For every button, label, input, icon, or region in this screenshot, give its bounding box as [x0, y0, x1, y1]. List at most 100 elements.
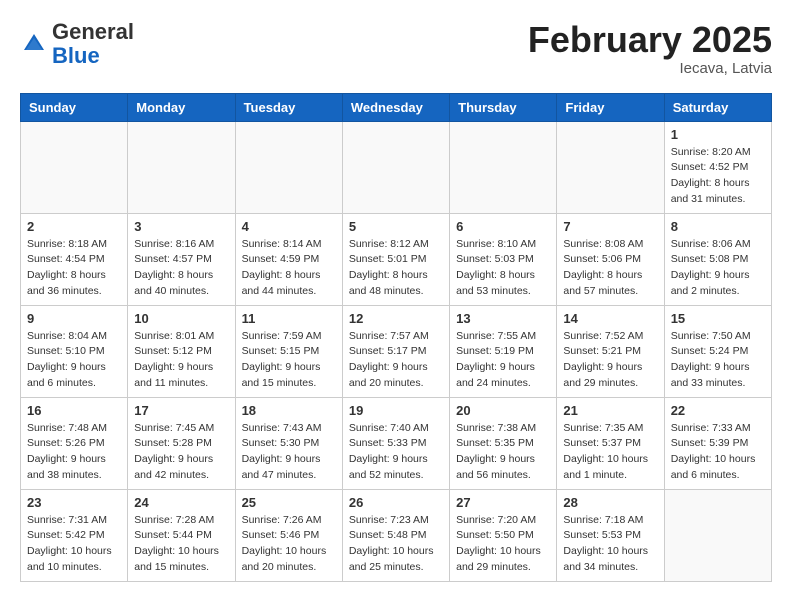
calendar-cell: 9 Sunrise: 8:04 AMSunset: 5:10 PMDaylight…	[21, 305, 128, 397]
calendar-cell	[557, 121, 664, 213]
week-row-2: 2 Sunrise: 8:18 AMSunset: 4:54 PMDaylight…	[21, 213, 772, 305]
calendar-cell: 3 Sunrise: 8:16 AMSunset: 4:57 PMDaylight…	[128, 213, 235, 305]
calendar-cell: 16Sunrise: 7:48 AMSunset: 5:26 PMDayligh…	[21, 397, 128, 489]
calendar-cell: 15 Sunrise: 7:50 AMSunset: 5:24 PMDayligh…	[664, 305, 771, 397]
week-row-1: 1 Sunrise: 8:20 AMSunset: 4:52 PMDaylight…	[21, 121, 772, 213]
day-number: 6	[456, 219, 550, 234]
day-info: Sunrise: 8:01 AMSunset: 5:12 PMDaylight:…	[134, 329, 228, 392]
logo-icon	[20, 30, 48, 58]
week-row-4: 16Sunrise: 7:48 AMSunset: 5:26 PMDayligh…	[21, 397, 772, 489]
day-number: 26	[349, 495, 443, 510]
day-info: Sunrise: 7:23 AMSunset: 5:48 PMDaylight:…	[349, 513, 443, 576]
day-info: Sunrise: 7:31 AMSunset: 5:42 PMDaylight:…	[27, 513, 121, 576]
day-info: Sunrise: 7:26 AMSunset: 5:46 PMDaylight:…	[242, 513, 336, 576]
day-number: 28	[563, 495, 657, 510]
day-number: 9	[27, 311, 121, 326]
weekday-header-thursday: Thursday	[450, 93, 557, 121]
day-number: 17	[134, 403, 228, 418]
calendar-cell: 4 Sunrise: 8:14 AMSunset: 4:59 PMDaylight…	[235, 213, 342, 305]
day-info: Sunrise: 7:57 AMSunset: 5:17 PMDaylight:…	[349, 329, 443, 392]
day-info: Sunrise: 7:38 AMSunset: 5:35 PMDaylight:…	[456, 421, 550, 484]
day-number: 8	[671, 219, 765, 234]
day-number: 11	[242, 311, 336, 326]
calendar-cell: 21 Sunrise: 7:35 AMSunset: 5:37 PMDayligh…	[557, 397, 664, 489]
day-info: Sunrise: 7:45 AMSunset: 5:28 PMDaylight:…	[134, 421, 228, 484]
weekday-header-friday: Friday	[557, 93, 664, 121]
calendar-cell: 8 Sunrise: 8:06 AMSunset: 5:08 PMDaylight…	[664, 213, 771, 305]
day-info: Sunrise: 7:52 AMSunset: 5:21 PMDaylight:…	[563, 329, 657, 392]
calendar-cell: 1 Sunrise: 8:20 AMSunset: 4:52 PMDaylight…	[664, 121, 771, 213]
calendar-cell: 25 Sunrise: 7:26 AMSunset: 5:46 PMDayligh…	[235, 489, 342, 581]
weekday-header-row: SundayMondayTuesdayWednesdayThursdayFrid…	[21, 93, 772, 121]
day-info: Sunrise: 7:20 AMSunset: 5:50 PMDaylight:…	[456, 513, 550, 576]
day-info: Sunrise: 8:08 AMSunset: 5:06 PMDaylight:…	[563, 237, 657, 300]
day-info: Sunrise: 8:10 AMSunset: 5:03 PMDaylight:…	[456, 237, 550, 300]
logo: General Blue	[20, 20, 134, 68]
calendar-cell	[342, 121, 449, 213]
calendar-table: SundayMondayTuesdayWednesdayThursdayFrid…	[20, 93, 772, 582]
calendar-cell: 12Sunrise: 7:57 AMSunset: 5:17 PMDayligh…	[342, 305, 449, 397]
weekday-header-wednesday: Wednesday	[342, 93, 449, 121]
calendar-cell: 27 Sunrise: 7:20 AMSunset: 5:50 PMDayligh…	[450, 489, 557, 581]
day-number: 21	[563, 403, 657, 418]
calendar-cell: 17 Sunrise: 7:45 AMSunset: 5:28 PMDayligh…	[128, 397, 235, 489]
day-number: 13	[456, 311, 550, 326]
day-info: Sunrise: 8:06 AMSunset: 5:08 PMDaylight:…	[671, 237, 765, 300]
day-info: Sunrise: 8:18 AMSunset: 4:54 PMDaylight:…	[27, 237, 121, 300]
calendar-cell: 5 Sunrise: 8:12 AMSunset: 5:01 PMDaylight…	[342, 213, 449, 305]
day-info: Sunrise: 8:12 AMSunset: 5:01 PMDaylight:…	[349, 237, 443, 300]
weekday-header-monday: Monday	[128, 93, 235, 121]
calendar-cell: 19 Sunrise: 7:40 AMSunset: 5:33 PMDayligh…	[342, 397, 449, 489]
weekday-header-sunday: Sunday	[21, 93, 128, 121]
calendar-cell: 7 Sunrise: 8:08 AMSunset: 5:06 PMDaylight…	[557, 213, 664, 305]
calendar-cell: 20 Sunrise: 7:38 AMSunset: 5:35 PMDayligh…	[450, 397, 557, 489]
day-number: 23	[27, 495, 121, 510]
day-number: 4	[242, 219, 336, 234]
page-header: General Blue February 2025 Iecava, Latvi…	[20, 20, 772, 77]
day-info: Sunrise: 8:04 AMSunset: 5:10 PMDaylight:…	[27, 329, 121, 392]
logo-blue-text: Blue	[52, 43, 100, 68]
day-number: 24	[134, 495, 228, 510]
day-number: 20	[456, 403, 550, 418]
calendar-cell	[235, 121, 342, 213]
day-number: 27	[456, 495, 550, 510]
day-info: Sunrise: 7:18 AMSunset: 5:53 PMDaylight:…	[563, 513, 657, 576]
day-info: Sunrise: 8:14 AMSunset: 4:59 PMDaylight:…	[242, 237, 336, 300]
calendar-cell: 22 Sunrise: 7:33 AMSunset: 5:39 PMDayligh…	[664, 397, 771, 489]
calendar-cell	[450, 121, 557, 213]
day-info: Sunrise: 8:20 AMSunset: 4:52 PMDaylight:…	[671, 145, 765, 208]
calendar-cell: 6 Sunrise: 8:10 AMSunset: 5:03 PMDaylight…	[450, 213, 557, 305]
day-number: 25	[242, 495, 336, 510]
calendar-cell: 11Sunrise: 7:59 AMSunset: 5:15 PMDayligh…	[235, 305, 342, 397]
location: Iecava, Latvia	[528, 60, 772, 77]
weekday-header-saturday: Saturday	[664, 93, 771, 121]
logo-general-text: General	[52, 19, 134, 44]
calendar-cell: 24 Sunrise: 7:28 AMSunset: 5:44 PMDayligh…	[128, 489, 235, 581]
day-number: 3	[134, 219, 228, 234]
month-title: February 2025	[528, 20, 772, 60]
calendar-cell: 10Sunrise: 8:01 AMSunset: 5:12 PMDayligh…	[128, 305, 235, 397]
day-info: Sunrise: 7:50 AMSunset: 5:24 PMDaylight:…	[671, 329, 765, 392]
day-info: Sunrise: 7:40 AMSunset: 5:33 PMDaylight:…	[349, 421, 443, 484]
calendar-cell: 28 Sunrise: 7:18 AMSunset: 5:53 PMDayligh…	[557, 489, 664, 581]
day-info: Sunrise: 7:28 AMSunset: 5:44 PMDaylight:…	[134, 513, 228, 576]
day-number: 19	[349, 403, 443, 418]
day-number: 18	[242, 403, 336, 418]
day-number: 16	[27, 403, 121, 418]
day-info: Sunrise: 7:33 AMSunset: 5:39 PMDaylight:…	[671, 421, 765, 484]
day-number: 5	[349, 219, 443, 234]
weekday-header-tuesday: Tuesday	[235, 93, 342, 121]
day-number: 1	[671, 127, 765, 142]
calendar-cell: 18 Sunrise: 7:43 AMSunset: 5:30 PMDayligh…	[235, 397, 342, 489]
day-number: 15	[671, 311, 765, 326]
calendar-cell: 14 Sunrise: 7:52 AMSunset: 5:21 PMDayligh…	[557, 305, 664, 397]
day-info: Sunrise: 8:16 AMSunset: 4:57 PMDaylight:…	[134, 237, 228, 300]
calendar-cell: 23 Sunrise: 7:31 AMSunset: 5:42 PMDayligh…	[21, 489, 128, 581]
day-info: Sunrise: 7:43 AMSunset: 5:30 PMDaylight:…	[242, 421, 336, 484]
day-number: 14	[563, 311, 657, 326]
week-row-3: 9 Sunrise: 8:04 AMSunset: 5:10 PMDaylight…	[21, 305, 772, 397]
day-number: 2	[27, 219, 121, 234]
day-info: Sunrise: 7:35 AMSunset: 5:37 PMDaylight:…	[563, 421, 657, 484]
day-number: 7	[563, 219, 657, 234]
day-number: 22	[671, 403, 765, 418]
